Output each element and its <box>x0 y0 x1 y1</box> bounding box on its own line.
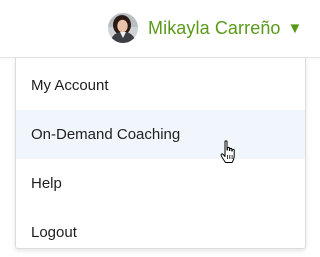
user-menu-toggle[interactable]: Mikayla Carreño ▼ <box>108 11 302 45</box>
menu-item-on-demand-coaching[interactable]: On-Demand Coaching <box>16 110 305 159</box>
user-name-label: Mikayla Carreño <box>148 17 281 38</box>
menu-item-label: On-Demand Coaching <box>31 126 181 143</box>
menu-item-help[interactable]: Help <box>16 159 305 208</box>
user-avatar <box>108 13 138 43</box>
menu-item-label: Logout <box>31 224 77 241</box>
top-header-bar: Mikayla Carreño ▼ <box>0 0 320 58</box>
menu-item-label: My Account <box>31 77 109 94</box>
caret-down-icon: ▼ <box>287 19 303 37</box>
menu-item-logout[interactable]: Logout <box>16 208 305 257</box>
user-dropdown-menu: My Account On-Demand Coaching Help Logou… <box>15 58 306 249</box>
menu-item-label: Help <box>31 175 62 192</box>
menu-item-my-account[interactable]: My Account <box>16 61 305 110</box>
